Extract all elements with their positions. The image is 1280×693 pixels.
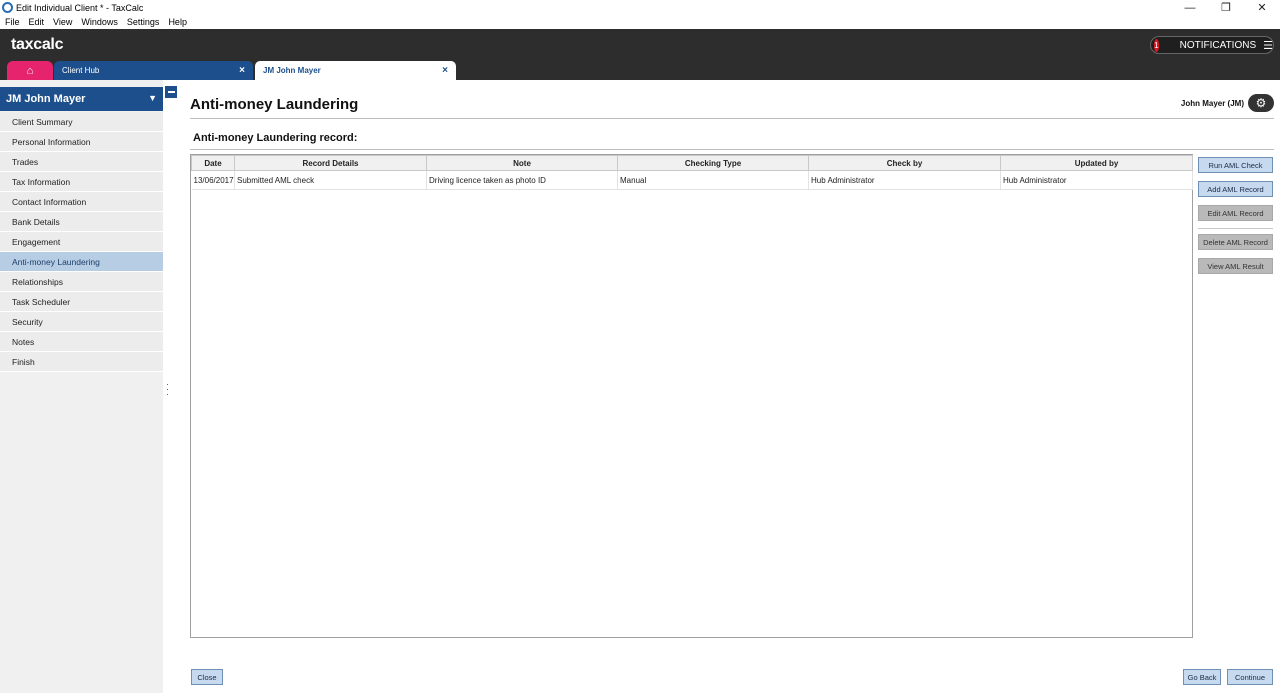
column-header-checking-type[interactable]: Checking Type bbox=[617, 155, 809, 171]
window-title: Edit Individual Client * - TaxCalc bbox=[16, 2, 144, 13]
divider bbox=[190, 118, 1274, 119]
taxcalc-logo: taxcalc bbox=[11, 36, 64, 53]
sidebar-item-personal-information[interactable]: Personal Information bbox=[0, 132, 163, 152]
tab-client-hub[interactable]: Client Hub × bbox=[54, 61, 253, 80]
column-header-note[interactable]: Note bbox=[426, 155, 618, 171]
sidebar: JM John Mayer ▼ Client Summary Personal … bbox=[0, 80, 163, 693]
close-window-icon[interactable]: ✕ bbox=[1244, 0, 1280, 15]
divider bbox=[1198, 228, 1273, 229]
cell-record-details: Submitted AML check bbox=[234, 170, 427, 190]
notifications-button[interactable]: 1 NOTIFICATIONS ☰ bbox=[1150, 36, 1274, 54]
taxcalc-app-icon bbox=[2, 2, 13, 13]
column-header-date[interactable]: Date bbox=[191, 155, 235, 171]
notification-count-badge: 1 bbox=[1154, 38, 1159, 52]
menu-edit[interactable]: Edit bbox=[29, 17, 45, 27]
sidebar-item-tax-information[interactable]: Tax Information bbox=[0, 172, 163, 192]
chevron-down-icon[interactable]: ▼ bbox=[148, 93, 157, 103]
home-tab[interactable]: ⌂ bbox=[7, 61, 53, 80]
sidebar-item-relationships[interactable]: Relationships bbox=[0, 272, 163, 292]
gear-icon: ⚙ bbox=[1255, 96, 1267, 110]
page-title: Anti-money Laundering bbox=[190, 96, 359, 113]
menu-help[interactable]: Help bbox=[168, 17, 187, 27]
continue-button[interactable]: Continue bbox=[1227, 669, 1273, 685]
view-aml-result-button[interactable]: View AML Result bbox=[1198, 258, 1273, 274]
resize-handle-icon[interactable]: · · · bbox=[166, 380, 169, 399]
menu-windows[interactable]: Windows bbox=[81, 17, 118, 27]
sidebar-item-notes[interactable]: Notes bbox=[0, 332, 163, 352]
sidebar-item-client-summary[interactable]: Client Summary bbox=[0, 112, 163, 132]
cell-checking-type: Manual bbox=[617, 170, 809, 190]
sidebar-item-security[interactable]: Security bbox=[0, 312, 163, 332]
settings-gear-button[interactable]: ⚙ bbox=[1248, 94, 1274, 112]
aml-records-table: Date Record Details Note Checking Type C… bbox=[190, 154, 1193, 638]
delete-aml-record-button[interactable]: Delete AML Record bbox=[1198, 234, 1273, 250]
column-header-record-details[interactable]: Record Details bbox=[234, 155, 427, 171]
sidebar-item-engagement[interactable]: Engagement bbox=[0, 232, 163, 252]
close-tab-icon[interactable]: × bbox=[239, 65, 245, 76]
cell-check-by: Hub Administrator bbox=[808, 170, 1001, 190]
cell-note: Driving licence taken as photo ID bbox=[426, 170, 618, 190]
column-header-updated-by[interactable]: Updated by bbox=[1000, 155, 1193, 171]
collapse-sidebar-button[interactable] bbox=[165, 86, 177, 98]
cell-updated-by: Hub Administrator bbox=[1000, 170, 1193, 190]
sidebar-item-trades[interactable]: Trades bbox=[0, 152, 163, 172]
menu-settings[interactable]: Settings bbox=[127, 17, 160, 27]
cell-date: 13/06/2017 bbox=[191, 170, 235, 190]
add-aml-record-button[interactable]: Add AML Record bbox=[1198, 181, 1273, 197]
tab-label: Client Hub bbox=[62, 66, 100, 75]
minus-icon bbox=[167, 91, 175, 93]
notifications-label: NOTIFICATIONS bbox=[1179, 39, 1257, 51]
sidebar-item-anti-money-laundering[interactable]: Anti-money Laundering bbox=[0, 252, 163, 272]
close-button[interactable]: Close bbox=[191, 669, 223, 685]
sidebar-item-task-scheduler[interactable]: Task Scheduler bbox=[0, 292, 163, 312]
tab-john-mayer[interactable]: JM John Mayer × bbox=[255, 61, 456, 80]
sidebar-item-contact-information[interactable]: Contact Information bbox=[0, 192, 163, 212]
menu-bar: File Edit View Windows Settings Help bbox=[0, 15, 1280, 29]
sidebar-item-bank-details[interactable]: Bank Details bbox=[0, 212, 163, 232]
column-header-check-by[interactable]: Check by bbox=[808, 155, 1001, 171]
go-back-button[interactable]: Go Back bbox=[1183, 669, 1221, 685]
client-name: JM John Mayer bbox=[6, 93, 86, 105]
table-row[interactable]: 13/06/2017 Submitted AML check Driving l… bbox=[191, 170, 1193, 190]
edit-aml-record-button[interactable]: Edit AML Record bbox=[1198, 205, 1273, 221]
section-title: Anti-money Laundering record: bbox=[193, 132, 358, 144]
restore-icon[interactable]: ❐ bbox=[1208, 0, 1244, 15]
table-header-row: Date Record Details Note Checking Type C… bbox=[191, 155, 1193, 171]
close-tab-icon[interactable]: × bbox=[442, 65, 448, 76]
home-icon: ⌂ bbox=[26, 64, 34, 77]
tab-label: JM John Mayer bbox=[263, 66, 321, 75]
run-aml-check-button[interactable]: Run AML Check bbox=[1198, 157, 1273, 173]
sidebar-item-finish[interactable]: Finish bbox=[0, 352, 163, 372]
window-titlebar: Edit Individual Client * - TaxCalc — ❐ ✕ bbox=[0, 0, 1280, 15]
window-controls: — ❐ ✕ bbox=[1172, 0, 1280, 15]
menu-file[interactable]: File bbox=[5, 17, 20, 27]
minimize-icon[interactable]: — bbox=[1172, 0, 1208, 15]
divider bbox=[190, 149, 1274, 150]
sidebar-nav: Client Summary Personal Information Trad… bbox=[0, 112, 163, 372]
current-user-label: John Mayer (JM) bbox=[1180, 99, 1244, 108]
menu-view[interactable]: View bbox=[53, 17, 72, 27]
hamburger-menu-icon: ☰ bbox=[1263, 39, 1273, 52]
client-name-header[interactable]: JM John Mayer ▼ bbox=[0, 87, 163, 111]
